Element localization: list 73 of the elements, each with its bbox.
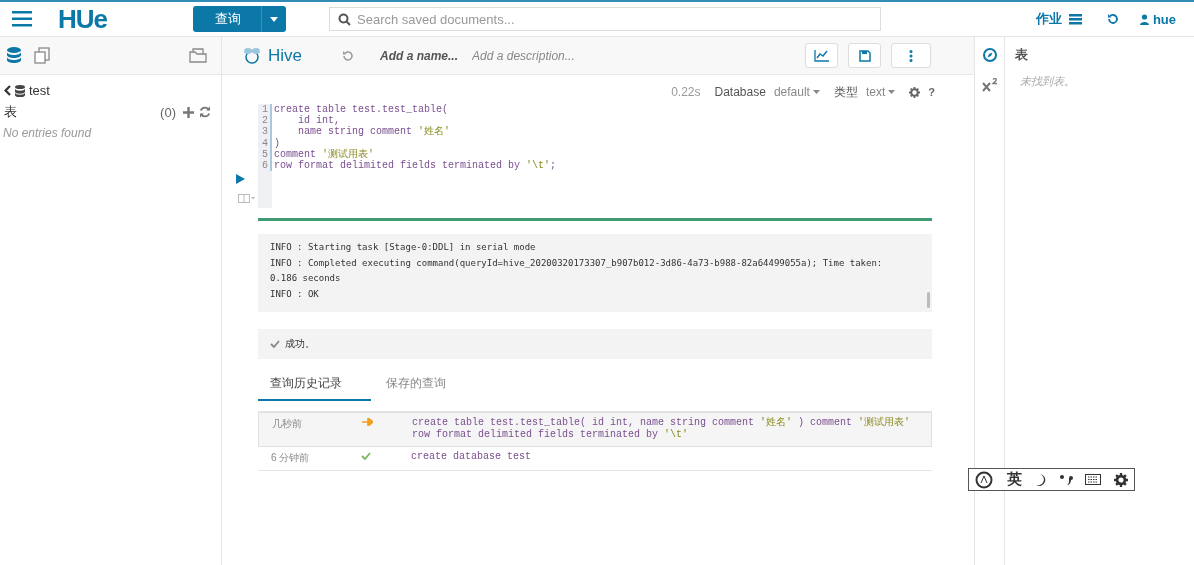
code-line: create table test.test_table( [273, 104, 449, 115]
save-icon [858, 49, 871, 62]
refresh-icon[interactable] [199, 106, 211, 118]
line-chart-icon [814, 49, 829, 62]
compass-icon[interactable] [982, 48, 997, 62]
type-dropdown[interactable]: text [865, 85, 896, 99]
result-tab[interactable]: 查询历史记录 [258, 369, 371, 401]
panel-title: 表 [1015, 46, 1029, 64]
result-message: 成功。 [285, 337, 315, 351]
check-icon [361, 452, 371, 460]
description-field[interactable]: Add a description... [472, 48, 612, 63]
menu-icon[interactable] [12, 11, 32, 27]
history-time: 6 分钟前 [270, 451, 311, 465]
moon-icon[interactable] [1034, 472, 1047, 487]
editor-title: Hive [268, 45, 302, 66]
log-line: INFO : OK [270, 287, 320, 301]
query-button[interactable]: 查询 [193, 6, 286, 32]
language-toggle[interactable]: 英 [1007, 470, 1023, 489]
settings-icon[interactable] [1113, 472, 1128, 487]
database-icon[interactable] [7, 47, 21, 64]
code-line: name string comment '姓名' [297, 126, 451, 138]
database-name[interactable]: test [29, 83, 50, 98]
back-icon[interactable] [4, 85, 11, 96]
execution-time: 0.22s [671, 85, 701, 99]
database-label: Database [714, 85, 766, 99]
user-menu[interactable]: hue [1139, 11, 1176, 27]
empty-message: 未找到表。 [1019, 74, 1076, 89]
caret-icon [812, 90, 820, 94]
search-field[interactable]: Search saved documents... [329, 7, 881, 31]
check-icon [270, 340, 280, 348]
chart-button[interactable] [805, 43, 838, 68]
caret-icon [270, 16, 278, 22]
history-query: create table test.test_table( id int, name string comment '姓名' ) comment '测试用表' [412, 417, 911, 429]
log-line: INFO : Starting task [Stage-0:DDL] in serial mode [270, 241, 537, 254]
code-line: comment '测试用表' [273, 148, 375, 160]
search-icon [338, 13, 351, 26]
empty-message: No entries found [2, 125, 93, 142]
code-line: ) [273, 137, 280, 149]
jobs-link[interactable]: 作业 [1035, 10, 1062, 28]
log-line: INFO : Completed executing command(queryId=hive_20200320173307_b907b012-3d86-4a73-b988-82a64499055a); Time taken: 0.186 seconds [270, 256, 884, 285]
table-count: (0) [160, 104, 176, 120]
running-icon [362, 418, 373, 426]
history-time: 几秒前 [271, 417, 303, 431]
keyboard-icon[interactable] [1085, 474, 1102, 485]
history-icon[interactable] [1106, 13, 1119, 25]
code-line: id int, [297, 115, 340, 127]
logo[interactable]: HUe [58, 3, 193, 35]
caret-icon [888, 90, 896, 94]
punctuation-icon[interactable] [1059, 473, 1074, 486]
superscript-icon[interactable] [981, 78, 998, 92]
user-icon [1139, 13, 1149, 25]
help-icon[interactable]: ? [928, 86, 935, 98]
database-icon [15, 84, 25, 97]
folder-icon[interactable] [189, 48, 207, 63]
code-line: row format delimited fields terminated by '\t'; [273, 159, 557, 172]
database-dropdown[interactable]: default [773, 85, 820, 99]
documents-icon[interactable] [34, 47, 51, 64]
more-icon [909, 49, 913, 62]
history-query: row format delimited fields terminated by '\t' [412, 429, 690, 441]
plus-icon[interactable] [183, 106, 194, 118]
history-row[interactable]: 几秒前 create table test.test_table( id int, name string comment '姓名' ) comment '测试用表' row format delimited fields terminated by '\t' [258, 412, 932, 447]
bee-icon [242, 46, 262, 65]
name-field[interactable]: Add a name... [380, 48, 466, 63]
history-query: create database test [411, 451, 532, 463]
result-tab[interactable]: 保存的查询 [374, 369, 487, 401]
type-label: 类型 [833, 83, 858, 101]
history-icon[interactable] [342, 49, 354, 62]
history-row[interactable]: 6 分钟前 create database test [258, 447, 932, 471]
list-icon[interactable] [1068, 13, 1082, 25]
section-title: 表 [4, 103, 17, 121]
save-button[interactable] [848, 43, 881, 68]
settings-icon[interactable] [909, 86, 921, 98]
play-icon[interactable] [236, 174, 245, 184]
